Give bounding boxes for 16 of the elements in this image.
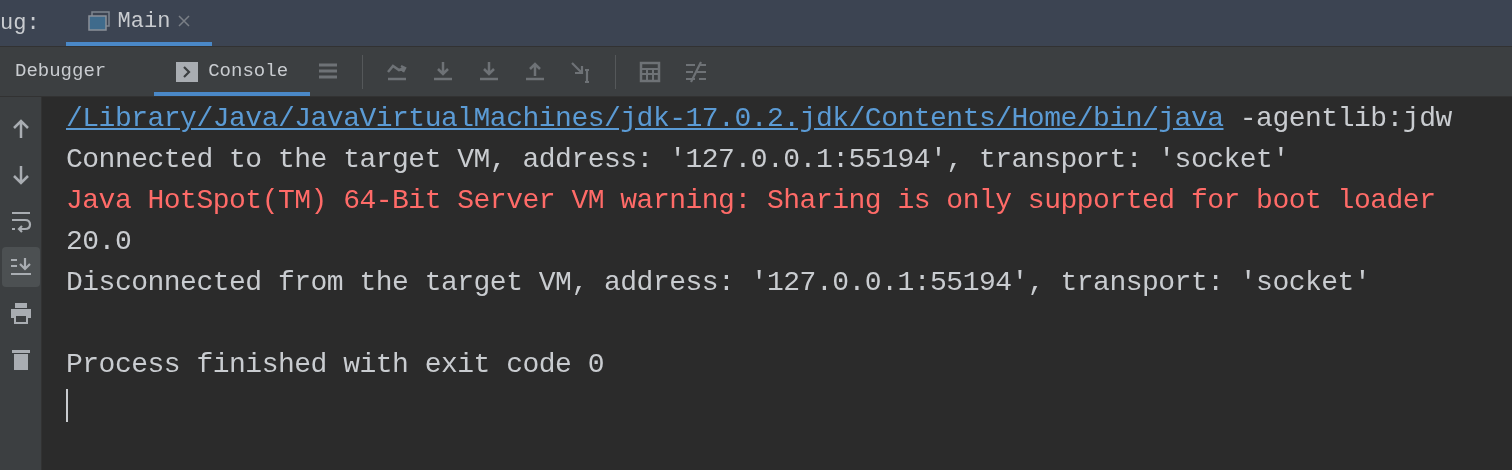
toolbar-tab[interactable]: Debugger — [0, 51, 155, 96]
console-text: 20.0 — [66, 226, 132, 257]
toolbar-tab[interactable]: Console — [154, 51, 311, 96]
error-text: Java HotSpot(TM) 64-Bit Server VM warning: Sharing is only supported for boot loader — [66, 185, 1436, 216]
console-text: -agentlib:jdw — [1239, 103, 1452, 134]
console-text: Connected to the target VM, address: '127.0.0.1:55194', transport: 'socket' — [66, 144, 1289, 175]
console-text: Process finished with exit code 0 — [66, 349, 604, 380]
trace-icon[interactable] — [684, 59, 709, 84]
console-text: Disconnected from the target VM, address: '127.0.0.1:55194', transport: 'socket' — [66, 267, 1371, 298]
scroll-to-end-button[interactable] — [1, 247, 40, 287]
window-icon — [87, 11, 110, 31]
close-icon[interactable] — [178, 15, 191, 27]
file-path-link[interactable]: /Library/Java/JavaVirtualMachines/jdk-17.0.2.jdk/Contents/Home/bin/java — [66, 103, 1224, 134]
printer-icon — [8, 301, 33, 325]
calculator-icon[interactable] — [638, 59, 663, 84]
panel-label: ug: — [0, 9, 41, 38]
